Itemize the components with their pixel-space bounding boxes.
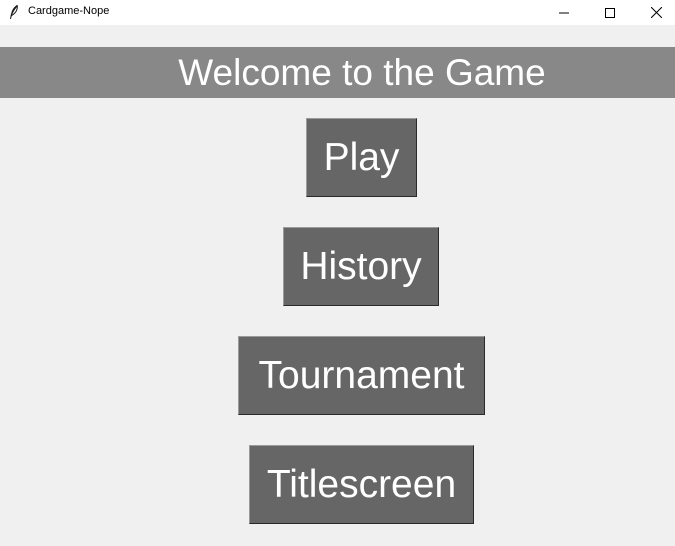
play-button[interactable]: Play: [306, 118, 417, 197]
welcome-title: Welcome to the Game: [178, 52, 546, 93]
minimize-button[interactable]: [541, 0, 587, 25]
main-canvas: Welcome to the Game Play History Tournam…: [0, 25, 675, 546]
welcome-banner: Welcome to the Game: [0, 47, 675, 98]
tournament-button[interactable]: Tournament: [238, 336, 485, 415]
history-button[interactable]: History: [283, 227, 439, 306]
close-icon: [650, 7, 662, 18]
maximize-button[interactable]: [587, 0, 633, 25]
feather-icon: [8, 4, 20, 20]
title-bar[interactable]: Cardgame-Nope: [0, 0, 675, 25]
titlescreen-button[interactable]: Titlescreen: [249, 445, 474, 524]
minimize-icon: [559, 8, 569, 18]
window-title: Cardgame-Nope: [28, 5, 110, 17]
close-button[interactable]: [633, 0, 675, 25]
maximize-icon: [605, 7, 615, 18]
